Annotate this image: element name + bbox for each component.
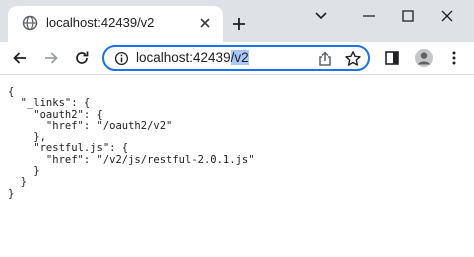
tab-close-button[interactable] <box>196 14 214 32</box>
url-text[interactable]: localhost:42439/v2 <box>136 50 249 65</box>
active-tab[interactable]: localhost:42439/v2 <box>8 6 223 42</box>
forward-arrow-icon <box>45 52 58 64</box>
new-tab-button[interactable] <box>228 13 250 35</box>
reload-button[interactable] <box>70 46 94 70</box>
chevron-down-icon <box>315 12 327 20</box>
profile-icon <box>415 49 433 67</box>
toolbar: localhost:42439/v2 <box>0 42 474 74</box>
address-bar[interactable]: localhost:42439/v2 <box>102 45 370 71</box>
url-host: localhost:42439 <box>136 50 231 65</box>
tab-title: localhost:42439/v2 <box>46 15 155 30</box>
star-icon[interactable] <box>344 50 362 68</box>
close-icon <box>200 18 210 28</box>
forward-button[interactable] <box>39 46 63 70</box>
globe-icon <box>22 15 38 31</box>
window-close-button[interactable] <box>433 5 461 27</box>
toolbar-divider <box>0 74 474 75</box>
menu-button[interactable] <box>442 46 466 70</box>
tab-search-button[interactable] <box>307 5 335 27</box>
side-panel-button[interactable] <box>380 46 404 70</box>
reload-icon <box>76 51 89 64</box>
info-icon[interactable] <box>114 51 129 66</box>
json-response-body: { "_links": { "oauth2": { "href": "/oaut… <box>8 86 255 200</box>
maximize-icon <box>402 10 414 22</box>
back-button[interactable] <box>8 46 32 70</box>
share-icon[interactable] <box>316 50 334 68</box>
window-close-icon <box>441 10 453 22</box>
minimize-button[interactable] <box>355 5 383 27</box>
url-selected-path: /v2 <box>230 50 249 65</box>
profile-button[interactable] <box>412 46 436 70</box>
back-arrow-icon <box>13 52 26 64</box>
maximize-button[interactable] <box>394 5 422 27</box>
plus-icon <box>233 18 245 30</box>
minimize-icon <box>363 15 375 17</box>
tab-strip: localhost:42439/v2 <box>0 0 474 42</box>
kebab-menu-icon <box>452 51 456 65</box>
side-panel-icon <box>385 51 399 65</box>
